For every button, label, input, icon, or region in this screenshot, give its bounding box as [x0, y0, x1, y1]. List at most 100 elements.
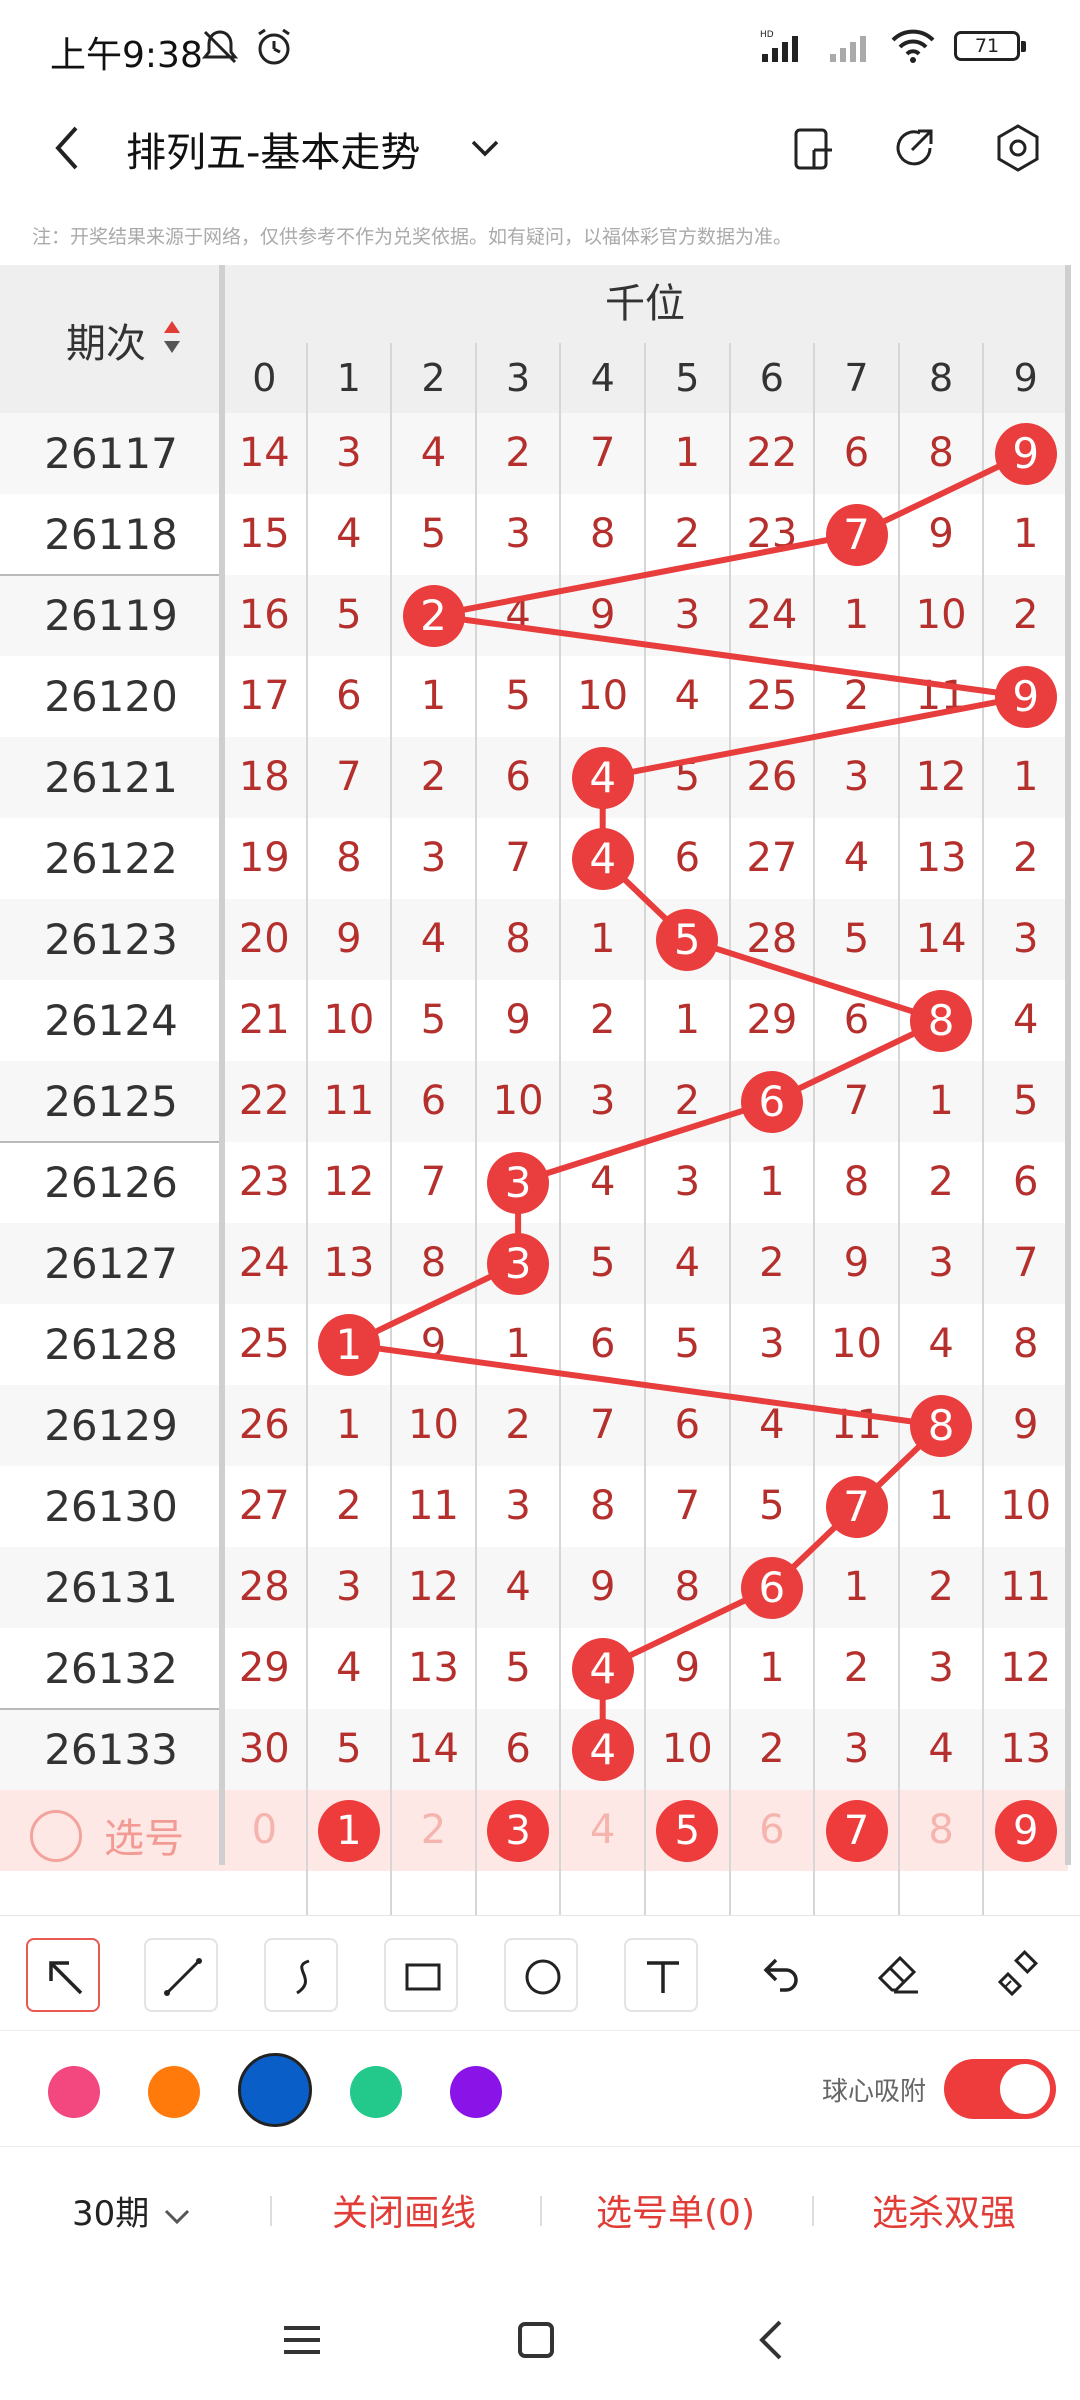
miss-count-cell: 5 — [674, 754, 701, 800]
color-swatch[interactable] — [148, 2066, 200, 2118]
pick-list-button[interactable]: 选号单(0) — [596, 2184, 755, 2236]
color-swatch[interactable] — [350, 2066, 402, 2118]
color-swatch[interactable] — [238, 2053, 312, 2127]
pick-ball-selected[interactable]: 3 — [487, 1800, 550, 1862]
miss-count-cell: 3 — [674, 592, 701, 638]
issue-number: 26117 — [44, 429, 178, 478]
miss-count-cell: 25 — [238, 1321, 290, 1367]
curve-tool[interactable] — [264, 1938, 338, 2012]
miss-count-cell: 6 — [336, 673, 362, 719]
undo-icon[interactable] — [754, 1950, 804, 2000]
pick-ball-selected[interactable]: 5 — [656, 1800, 719, 1862]
pick-ball-selected[interactable]: 9 — [994, 1800, 1057, 1862]
home-icon[interactable] — [506, 2310, 566, 2370]
issue-header[interactable]: 期次 — [0, 265, 222, 413]
color-swatch[interactable] — [48, 2066, 100, 2118]
pick-select-circle[interactable] — [30, 1810, 82, 1862]
digit-header-5: 5 — [675, 356, 700, 400]
miss-count-cell: 9 — [420, 1321, 447, 1367]
pick-ball-selected[interactable]: 1 — [317, 1800, 380, 1862]
hit-ball[interactable]: 9 — [994, 665, 1057, 728]
line-tool[interactable] — [144, 1938, 218, 2012]
miss-count-cell: 4 — [589, 1159, 616, 1205]
miss-count-cell: 4 — [843, 835, 870, 881]
miss-count-cell: 5 — [420, 997, 447, 1043]
miss-count-cell: 13 — [1000, 1726, 1052, 1772]
pick-ball-unselected[interactable]: 8 — [899, 1790, 984, 1871]
hit-ball[interactable]: 6 — [740, 1070, 803, 1133]
miss-count-cell: 2 — [759, 1726, 785, 1772]
kill-strong-button[interactable]: 选杀双强 — [872, 2184, 1016, 2236]
sort-arrows-icon[interactable] — [162, 317, 182, 357]
hit-ball[interactable]: 8 — [910, 1394, 973, 1457]
issue-number: 26119 — [44, 591, 178, 640]
back-nav-icon[interactable] — [742, 2310, 802, 2370]
miss-count-cell: 2 — [505, 430, 531, 476]
share-icon[interactable] — [886, 120, 942, 176]
hit-ball[interactable]: 4 — [571, 1637, 634, 1700]
pick-ball-selected[interactable]: 7 — [825, 1800, 888, 1862]
miss-count-cell: 7 — [589, 430, 616, 476]
hit-ball[interactable]: 4 — [571, 827, 634, 890]
table-row: 26121 18 7 2 6 5 26 3 12 1 — [0, 737, 1068, 818]
text-tool[interactable] — [624, 1938, 698, 2012]
settings-icon[interactable] — [990, 120, 1046, 176]
hit-ball[interactable]: 8 — [910, 989, 973, 1052]
hit-ball[interactable]: 3 — [487, 1232, 550, 1295]
digit-header-4: 4 — [590, 356, 615, 400]
miss-count-cell: 5 — [505, 673, 531, 719]
hit-ball[interactable]: 6 — [740, 1556, 803, 1619]
pointer-tool[interactable] — [26, 1938, 100, 2012]
back-arrow-icon[interactable] — [40, 118, 100, 178]
miss-count-cell: 23 — [238, 1159, 290, 1205]
hit-ball[interactable]: 7 — [825, 503, 888, 566]
miss-count-cell: 11 — [408, 1483, 459, 1529]
eraser-icon[interactable] — [874, 1950, 924, 2000]
miss-count-cell: 6 — [674, 835, 701, 881]
circle-tool[interactable] — [504, 1938, 578, 2012]
miss-count-cell: 11 — [915, 673, 967, 719]
period-select[interactable]: 30期 — [72, 2186, 194, 2235]
clear-brush-icon[interactable] — [994, 1950, 1044, 2000]
hit-ball[interactable]: 4 — [571, 746, 634, 809]
svg-text:HD: HD — [760, 30, 774, 40]
system-nav-bar — [0, 2272, 1080, 2400]
miss-count-cell: 7 — [420, 1159, 447, 1205]
miss-count-cell: 1 — [928, 1078, 954, 1124]
menu-icon[interactable] — [272, 2310, 332, 2370]
hit-ball[interactable]: 7 — [825, 1475, 888, 1538]
hit-ball[interactable]: 5 — [656, 908, 719, 971]
line-icon — [164, 1958, 202, 1996]
chevron-down-icon[interactable] — [465, 128, 505, 168]
bottom-bar: 30期 关闭画线 选号单(0) 选杀双强 — [0, 2148, 1080, 2272]
mute-icon — [201, 30, 239, 64]
pick-ball-unselected[interactable]: 4 — [560, 1790, 645, 1871]
issue-number: 26128 — [44, 1320, 178, 1369]
page-title[interactable]: 排列五-基本走势 — [126, 120, 420, 178]
hit-ball[interactable]: 3 — [487, 1151, 550, 1214]
pick-ball-unselected[interactable]: 6 — [730, 1790, 815, 1871]
pick-ball-unselected[interactable]: 2 — [391, 1790, 476, 1871]
close-drawing-button[interactable]: 关闭画线 — [332, 2184, 476, 2236]
miss-count-cell: 9 — [505, 997, 531, 1043]
miss-count-cell: 2 — [420, 754, 447, 800]
status-bar: 上午9:38 HD 71 — [0, 0, 1080, 100]
rectangle-tool[interactable] — [384, 1938, 458, 2012]
miss-count-cell: 4 — [674, 673, 701, 719]
miss-count-cell: 9 — [336, 916, 362, 962]
pick-ball-unselected[interactable]: 0 — [222, 1790, 307, 1871]
hit-ball[interactable]: 9 — [994, 422, 1057, 485]
miss-count-cell: 4 — [336, 1645, 362, 1691]
trend-chart: 期次 千位 0123456789 26117 14 3 4 2 7 1 22 6 8 26118 15… — [0, 265, 1080, 1915]
color-swatch[interactable] — [450, 2066, 502, 2118]
hit-ball[interactable]: 4 — [571, 1718, 634, 1781]
hit-ball[interactable]: 2 — [402, 584, 465, 647]
miss-count-cell: 7 — [589, 1402, 616, 1448]
miss-count-cell: 4 — [336, 511, 362, 557]
display-icon[interactable] — [786, 120, 842, 176]
snap-toggle[interactable] — [944, 2059, 1056, 2119]
miss-count-cell: 23 — [746, 511, 798, 557]
miss-count-cell: 4 — [674, 1240, 701, 1286]
hit-ball[interactable]: 1 — [317, 1313, 380, 1376]
miss-count-cell: 7 — [505, 835, 531, 881]
